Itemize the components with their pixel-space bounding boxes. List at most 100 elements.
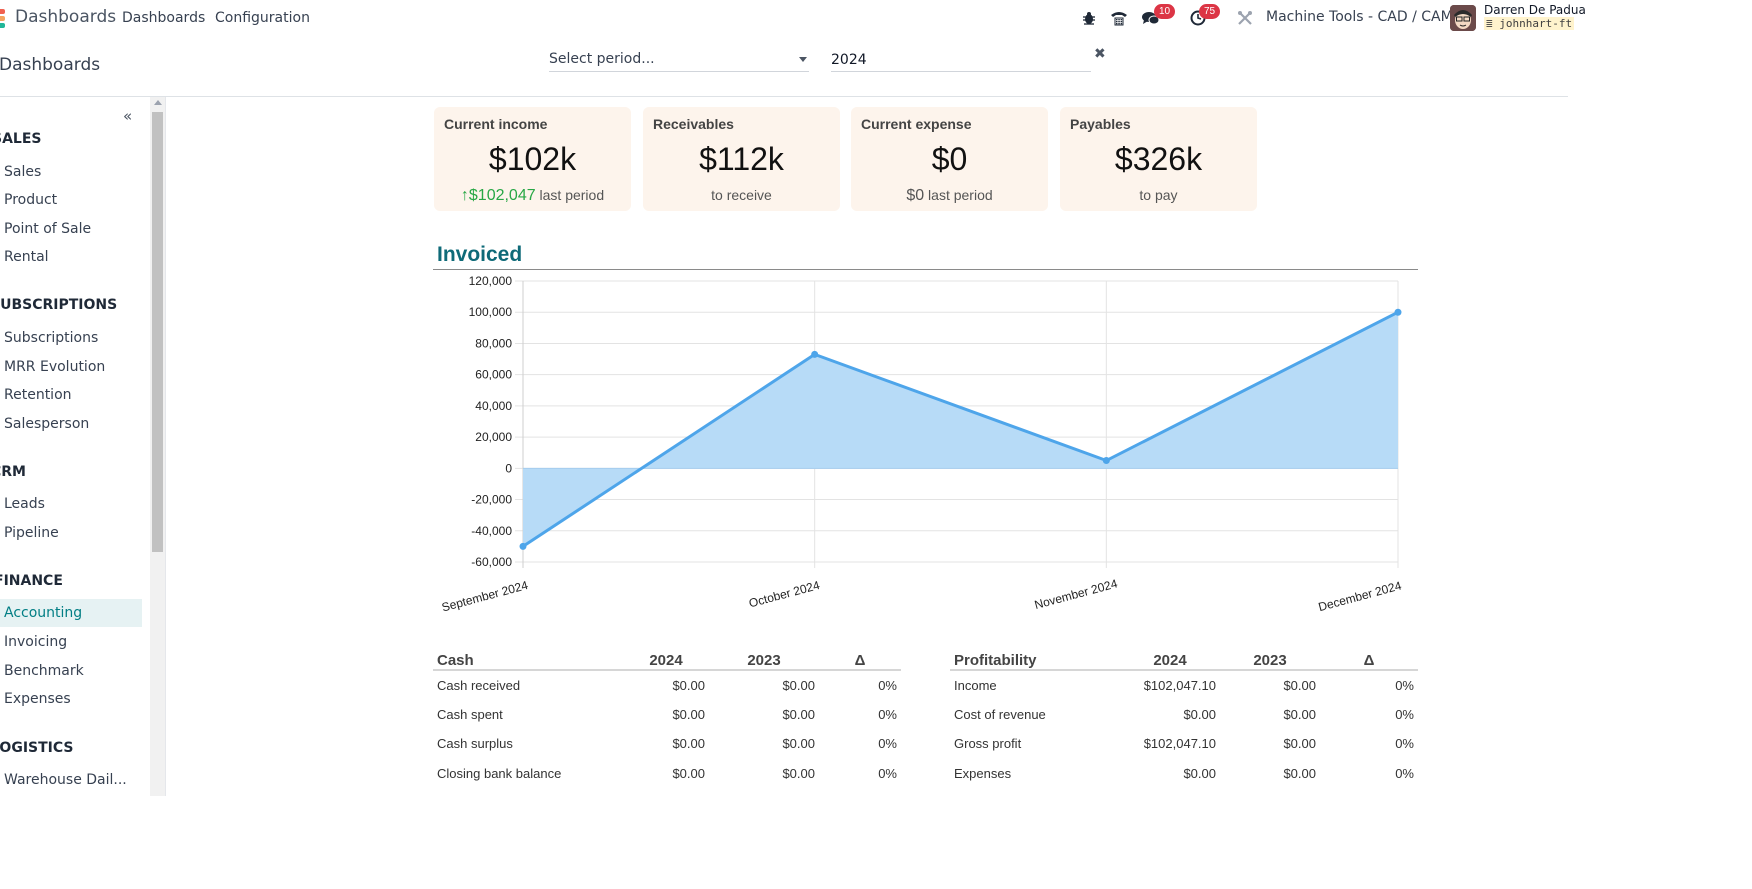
user-name[interactable]: Darren De Padua <box>1484 3 1586 17</box>
messages-count-badge: 10 <box>1154 4 1176 19</box>
sidebar-header-finance: FINANCE <box>0 573 63 589</box>
sidebar-item-mrr-evolution[interactable]: MRR Evolution <box>0 353 142 381</box>
sidebar-item-invoicing[interactable]: Invoicing <box>0 628 142 656</box>
sidebar-item-rental[interactable]: Rental <box>0 243 142 271</box>
kpi-title: Current expense <box>861 116 972 132</box>
y-tick-label: 40,000 <box>475 399 512 413</box>
sidebar-item-benchmark[interactable]: Benchmark <box>0 657 142 685</box>
cell-value: $0.00 <box>1283 706 1316 722</box>
database-icon: ≣ <box>1486 17 1493 30</box>
tools-icon[interactable] <box>1236 9 1254 27</box>
table-row: Income $102,047.10 $0.00 0% <box>950 670 1418 700</box>
table-row: Cash received $0.00 $0.00 0% <box>433 670 901 700</box>
kpi-value: $112k <box>699 141 784 177</box>
sidebar-scrollbar[interactable] <box>150 97 166 796</box>
sidebar-item-subscriptions[interactable]: Subscriptions <box>0 324 142 352</box>
cell-value: $0.00 <box>1283 765 1316 781</box>
kpi-payables[interactable]: Payables $326k to pay <box>1060 107 1257 211</box>
column-header: Cash <box>433 646 623 671</box>
row-label: Cost of revenue <box>954 706 1046 722</box>
database-name: ≣ johnhart-ft <box>1484 17 1575 30</box>
y-tick-label: -40,000 <box>471 524 512 538</box>
dashboard-sidebar: « SALES Sales Product Point of Sale Rent… <box>0 97 150 796</box>
menu-configuration[interactable]: Configuration <box>215 10 310 26</box>
sidebar-header-crm: CRM <box>0 464 26 480</box>
column-header: Profitability <box>950 646 1120 671</box>
cell-value: 0% <box>1395 677 1414 693</box>
cell-value: 0% <box>1395 765 1414 781</box>
app-name[interactable]: Dashboards <box>15 7 116 27</box>
activities-count-badge: 75 <box>1199 4 1221 19</box>
sidebar-item-accounting[interactable]: Accounting <box>0 599 142 627</box>
company-switcher[interactable]: Machine Tools - CAD / CAM <box>1266 9 1453 25</box>
scroll-up-arrow-icon[interactable] <box>154 100 162 105</box>
sidebar-item-product[interactable]: Product <box>0 186 142 214</box>
period-select-label: Select period... <box>549 51 655 67</box>
x-tick-label: November 2024 <box>1033 576 1119 612</box>
y-tick-label: -60,000 <box>471 555 512 569</box>
cell-value: $0.00 <box>782 677 815 693</box>
table-row: Closing bank balance $0.00 $0.00 0% <box>433 759 901 789</box>
cell-value: $0.00 <box>672 736 705 752</box>
column-header: 2024 <box>1120 646 1220 671</box>
data-point <box>811 350 819 358</box>
y-tick-label: -20,000 <box>471 493 512 507</box>
y-tick-label: 0 <box>505 461 512 475</box>
sidebar-item-sales[interactable]: Sales <box>0 158 142 186</box>
cell-value: $0.00 <box>1283 736 1316 752</box>
phone-icon[interactable] <box>1110 9 1128 27</box>
column-header: Δ <box>819 646 901 671</box>
kpi-current-income[interactable]: Current income $102k ↑$102,047 last peri… <box>434 107 631 211</box>
invoiced-chart[interactable]: 120,000 100,000 80,000 60,000 40,000 20,000 0 -… <box>433 270 1418 620</box>
row-label: Cash spent <box>437 706 503 722</box>
cell-value: $0.00 <box>1183 765 1216 781</box>
sidebar-item-leads[interactable]: Leads <box>0 490 142 518</box>
caret-down-icon <box>799 57 807 62</box>
cell-value: $0.00 <box>1183 706 1216 722</box>
app-logo-icon[interactable] <box>0 9 5 29</box>
period-select[interactable]: Select period... <box>549 48 809 72</box>
table-row: Cost of revenue $0.00 $0.00 0% <box>950 700 1418 730</box>
table-header-row: Cash 2024 2023 Δ <box>433 646 901 671</box>
table-row: Gross profit $102,047.10 $0.00 0% <box>950 729 1418 759</box>
kpi-sub-label: last period <box>539 187 605 203</box>
x-tick-label: December 2024 <box>1317 578 1403 614</box>
row-label: Cash received <box>437 677 521 693</box>
sidebar-item-point-of-sale[interactable]: Point of Sale <box>0 215 142 243</box>
sidebar-item-salesperson[interactable]: Salesperson <box>0 410 142 438</box>
table-row: Cash surplus $0.00 $0.00 0% <box>433 729 901 759</box>
table-row: Cash spent $0.00 $0.00 0% <box>433 700 901 730</box>
collapse-sidebar-button[interactable]: « <box>123 107 132 125</box>
year-input[interactable] <box>831 48 1091 72</box>
user-avatar[interactable] <box>1450 5 1476 31</box>
cell-value: 0% <box>878 677 897 693</box>
clear-filter-button[interactable]: ✖ <box>1094 46 1106 62</box>
kpi-receivables[interactable]: Receivables $112k to receive <box>643 107 840 211</box>
sidebar-item-expenses[interactable]: Expenses <box>0 685 142 713</box>
column-header: 2023 <box>1220 646 1320 671</box>
y-tick-label: 80,000 <box>475 336 512 350</box>
sidebar-header-subscriptions: SUBSCRIPTIONS <box>0 297 118 313</box>
x-tick-label: September 2024 <box>440 578 530 615</box>
row-label: Closing bank balance <box>437 765 562 781</box>
cell-value: 0% <box>878 706 897 722</box>
chart-title: Invoiced <box>437 243 523 266</box>
database-label: johnhart-ft <box>1499 17 1573 30</box>
kpi-sub-label: last period <box>928 187 993 203</box>
kpi-value: $326k <box>1114 141 1203 177</box>
bug-icon[interactable] <box>1080 9 1098 27</box>
kpi-current-expense[interactable]: Current expense $0 $0 last period <box>851 107 1048 211</box>
page-title: Dashboards <box>0 55 101 75</box>
column-header: Δ <box>1320 646 1418 671</box>
sidebar-item-pipeline[interactable]: Pipeline <box>0 519 142 547</box>
sidebar-item-warehouse-daily[interactable]: Warehouse Dail... <box>0 766 142 794</box>
cell-value: $0.00 <box>672 706 705 722</box>
sidebar-item-retention[interactable]: Retention <box>0 381 142 409</box>
cell-value: $0.00 <box>672 765 705 781</box>
sidebar-header-sales: SALES <box>0 131 42 147</box>
kpi-delta: ↑$102,047 <box>460 187 536 204</box>
scrollbar-thumb[interactable] <box>152 112 163 552</box>
menu-dashboards[interactable]: Dashboards <box>122 10 205 26</box>
row-label: Expenses <box>954 765 1012 781</box>
kpi-title: Receivables <box>653 116 734 132</box>
